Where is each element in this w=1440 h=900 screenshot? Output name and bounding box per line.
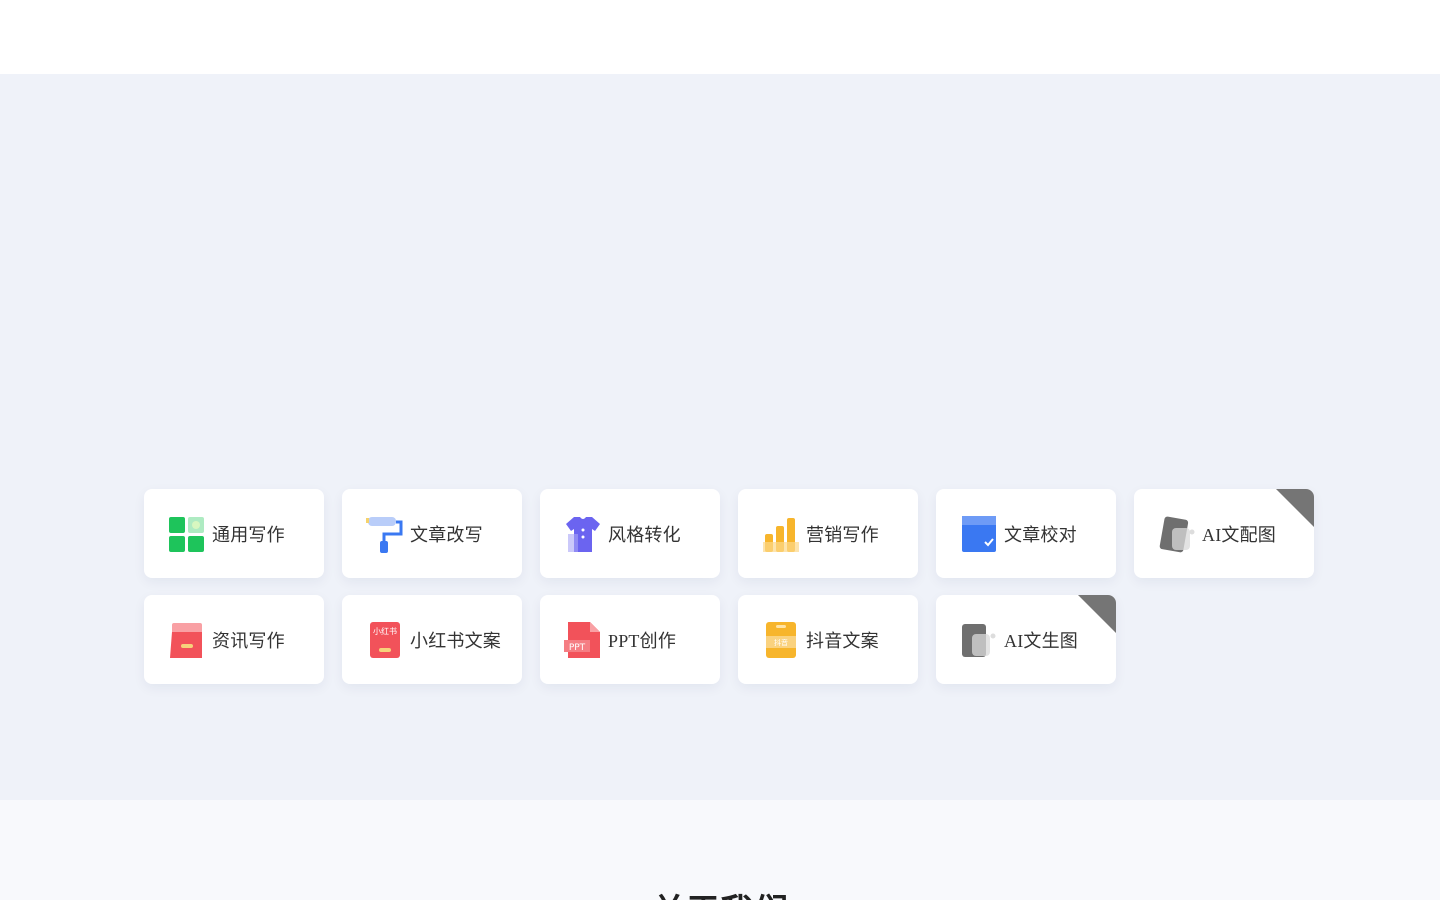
top-header: [0, 0, 1440, 74]
xiaohongshu-icon: 小红书: [366, 620, 404, 660]
tool-card-general-writing[interactable]: 通用写作: [144, 489, 324, 578]
ai-image-icon: [1158, 514, 1196, 554]
corner-badge: [1276, 489, 1314, 527]
tool-card-marketing-writing[interactable]: 营销写作: [738, 489, 918, 578]
tool-label: 资讯写作: [212, 630, 285, 651]
tool-label: 通用写作: [212, 524, 285, 545]
bar-chart-icon: [762, 514, 800, 554]
tool-label: AI文生图: [1004, 630, 1078, 651]
tool-label: AI文配图: [1202, 524, 1276, 545]
tool-card-ppt-creation[interactable]: PPT PPT创作: [540, 595, 720, 684]
shirt-icon: [564, 514, 602, 554]
tool-card-news-writing[interactable]: 资讯写作: [144, 595, 324, 684]
tool-label: 营销写作: [806, 524, 879, 545]
svg-text:小红书: 小红书: [373, 626, 397, 636]
tool-card-proofreading[interactable]: 文章校对: [936, 489, 1116, 578]
tool-card-ai-text-illustration[interactable]: AI文配图: [1134, 489, 1314, 578]
grid-blocks-icon: [168, 514, 206, 554]
paint-roller-icon: [366, 514, 404, 554]
tool-card-ai-text-to-image[interactable]: AI文生图: [936, 595, 1116, 684]
svg-text:PPT: PPT: [569, 643, 586, 653]
tool-label: 小红书文案: [410, 630, 501, 651]
about-section: 关于我们: [0, 800, 1440, 900]
about-title: 关于我们: [0, 884, 1440, 900]
news-folder-icon: [168, 620, 206, 660]
tool-label: 风格转化: [608, 524, 681, 545]
checked-document-icon: [960, 514, 998, 554]
svg-text:抖音: 抖音: [774, 638, 788, 647]
corner-badge: [1078, 595, 1116, 633]
tool-label: 文章校对: [1004, 524, 1077, 545]
tool-label: PPT创作: [608, 630, 677, 651]
tool-card-style-transform[interactable]: 风格转化: [540, 489, 720, 578]
hero-section: [0, 74, 1440, 800]
tool-label: 抖音文案: [806, 630, 879, 651]
tool-label: 文章改写: [410, 524, 483, 545]
tool-grid: 通用写作 文章改写 风格转化 营销写作 文章校对 AI文配图 资讯写作 小红书 …: [144, 489, 1314, 684]
ppt-file-icon: PPT: [564, 620, 602, 660]
tool-card-article-rewrite[interactable]: 文章改写: [342, 489, 522, 578]
ai-image-icon: [960, 620, 998, 660]
tool-card-douyin-copy[interactable]: 抖音 抖音文案: [738, 595, 918, 684]
tool-card-xiaohongshu-copy[interactable]: 小红书 小红书文案: [342, 595, 522, 684]
douyin-phone-icon: 抖音: [762, 620, 800, 660]
